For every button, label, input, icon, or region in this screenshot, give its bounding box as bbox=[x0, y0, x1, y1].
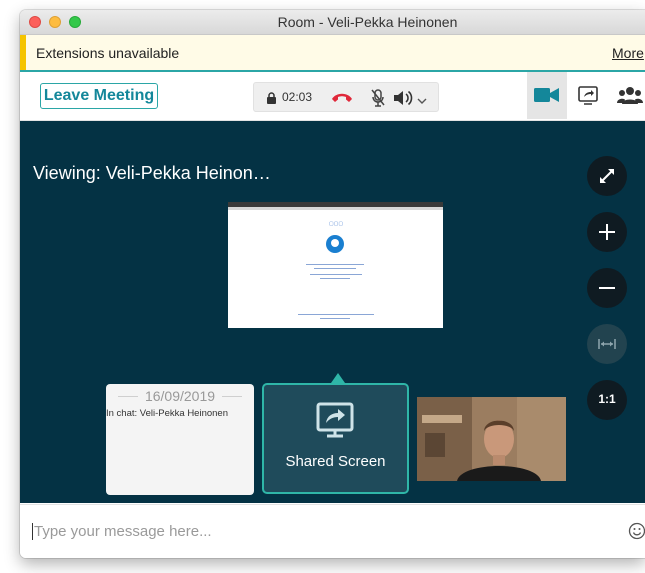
shared-screen-label: Shared Screen bbox=[285, 453, 386, 470]
chat-summary: In chat: Veli-Pekka Heinonen bbox=[106, 408, 228, 419]
plus-icon bbox=[599, 224, 615, 240]
preview-text-line bbox=[320, 318, 350, 319]
hangup-icon[interactable] bbox=[330, 88, 354, 111]
expand-icon bbox=[600, 169, 614, 183]
preview-logo: ▢▢▢ bbox=[328, 221, 344, 227]
preview-text-line bbox=[320, 278, 350, 279]
camera-icon bbox=[534, 88, 559, 102]
preview-text-line bbox=[314, 268, 356, 269]
window-title: Room - Veli-Pekka Heinonen bbox=[277, 14, 458, 30]
share-screen-icon bbox=[316, 402, 354, 438]
actual-size-button[interactable]: 1:1 bbox=[587, 380, 627, 420]
camera-button[interactable] bbox=[527, 72, 567, 119]
text-caret bbox=[32, 523, 33, 540]
fullscreen-button[interactable] bbox=[587, 156, 627, 196]
date-divider-right bbox=[222, 396, 242, 397]
actual-size-label: 1:1 bbox=[598, 392, 616, 406]
fit-width-button[interactable] bbox=[587, 324, 627, 364]
notice-more-link[interactable]: More bbox=[612, 45, 644, 61]
preview-text-line bbox=[298, 314, 374, 315]
meeting-toolbar: Leave Meeting 02:03 bbox=[20, 72, 645, 121]
browser-tabs bbox=[228, 207, 443, 210]
emoji-icon[interactable] bbox=[628, 522, 645, 545]
call-timer: 02:03 bbox=[282, 90, 313, 104]
mic-muted-icon[interactable] bbox=[370, 88, 386, 113]
shared-screen-card[interactable]: Shared Screen bbox=[262, 383, 409, 494]
chat-card[interactable]: 16/09/2019 In chat: Veli-Pekka Heinonen bbox=[106, 384, 254, 495]
notice-accent-bar bbox=[20, 35, 26, 70]
lock-icon bbox=[266, 91, 277, 109]
message-input[interactable] bbox=[34, 519, 594, 543]
share-screen-icon[interactable] bbox=[577, 85, 599, 112]
chat-composer bbox=[20, 504, 645, 558]
preview-text-line bbox=[306, 264, 364, 265]
meeting-stage: Viewing: Veli-Pekka Heinon… ▢▢▢ 1:1 16/0… bbox=[20, 121, 645, 503]
chevron-down-icon[interactable] bbox=[417, 92, 427, 110]
extensions-notice: Extensions unavailable More bbox=[20, 35, 645, 71]
preview-text-line bbox=[310, 274, 362, 275]
app-window: Room - Veli-Pekka Heinonen Extensions un… bbox=[20, 10, 645, 558]
notice-text: Extensions unavailable bbox=[36, 45, 180, 61]
volume-icon[interactable] bbox=[392, 89, 414, 112]
participant-video[interactable] bbox=[417, 397, 566, 481]
participant-video-frame bbox=[417, 397, 566, 481]
call-controls: 02:03 bbox=[253, 82, 439, 112]
fit-width-icon bbox=[598, 339, 616, 349]
shared-screen-preview[interactable]: ▢▢▢ bbox=[228, 202, 443, 328]
selection-pointer bbox=[331, 373, 345, 383]
preview-circle-graphic bbox=[326, 235, 344, 253]
viewing-label: Viewing: Veli-Pekka Heinon… bbox=[33, 163, 271, 183]
title-bar: Room - Veli-Pekka Heinonen bbox=[20, 10, 645, 35]
zoom-in-button[interactable] bbox=[587, 212, 627, 252]
leave-meeting-button[interactable]: Leave Meeting bbox=[40, 83, 158, 109]
zoom-out-button[interactable] bbox=[587, 268, 627, 308]
minus-icon bbox=[599, 287, 615, 289]
people-icon[interactable] bbox=[617, 86, 643, 111]
